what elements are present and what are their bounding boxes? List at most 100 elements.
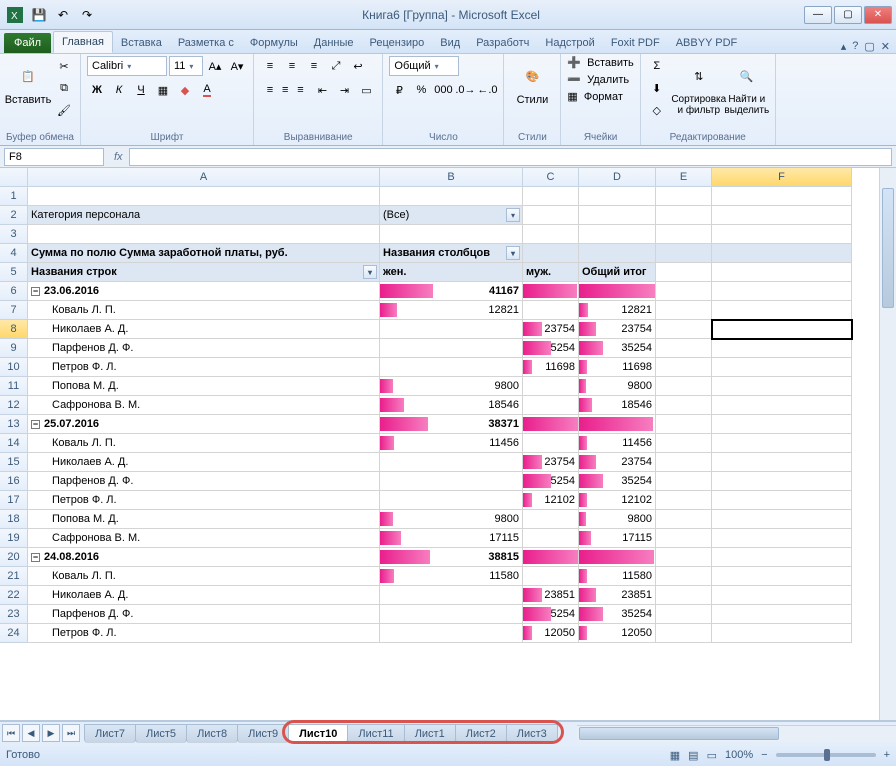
sheet-tab-Лист7[interactable]: Лист7 [84, 724, 136, 743]
active-cell[interactable] [712, 320, 852, 339]
percent-icon[interactable]: % [411, 80, 431, 100]
collapse-icon[interactable]: − [31, 553, 40, 562]
zoom-thumb[interactable] [824, 749, 830, 761]
sheet-tab-Лист5[interactable]: Лист5 [135, 724, 187, 743]
horizontal-scrollbar[interactable] [577, 725, 896, 742]
fill-color-icon[interactable]: ◆ [175, 80, 195, 100]
format-label[interactable]: Формат [584, 91, 623, 103]
next-sheet-icon[interactable]: ▶ [42, 724, 60, 742]
number-format-combo[interactable]: Общий▾ [389, 56, 459, 76]
row-header-20[interactable]: 20 [0, 548, 28, 567]
indent-inc-icon[interactable]: ⇥ [334, 80, 354, 100]
row-dropdown-icon[interactable]: ▾ [363, 265, 377, 279]
insert-cells-icon[interactable]: ➕ [567, 56, 581, 69]
sheet-tab-Лист10[interactable]: Лист10 [288, 724, 348, 743]
spreadsheet-grid[interactable]: ABCDEF12Категория персонала(Все)▾34Сумма… [0, 168, 896, 643]
row-header-21[interactable]: 21 [0, 567, 28, 586]
cut-icon[interactable]: ✂ [54, 56, 74, 76]
row-label[interactable]: −24.08.2016 [28, 548, 380, 567]
align-bottom-icon[interactable]: ≡ [304, 56, 324, 76]
zoom-out-icon[interactable]: − [761, 749, 767, 761]
orientation-icon[interactable]: ⤢ [326, 56, 346, 76]
italic-button[interactable]: К [109, 80, 129, 100]
col-header-C[interactable]: C [523, 168, 579, 187]
row-label[interactable]: Попова М. Д. [28, 377, 380, 396]
align-center-icon[interactable]: ≡ [282, 84, 288, 96]
prev-sheet-icon[interactable]: ◀ [22, 724, 40, 742]
underline-button[interactable]: Ч [131, 80, 151, 100]
row-header-4[interactable]: 4 [0, 244, 28, 263]
sheet-tab-Лист8[interactable]: Лист8 [186, 724, 238, 743]
row-label[interactable]: Николаев А. Д. [28, 586, 380, 605]
row-header-23[interactable]: 23 [0, 605, 28, 624]
row-header-15[interactable]: 15 [0, 453, 28, 472]
copy-icon[interactable]: ⧉ [54, 78, 74, 98]
ribbon-tab-5[interactable]: Рецензиро [362, 33, 433, 53]
merge-icon[interactable]: ▭ [356, 80, 376, 100]
collapse-icon[interactable]: − [31, 287, 40, 296]
styles-button[interactable]: 🎨Стили [510, 56, 554, 106]
zoom-in-icon[interactable]: + [884, 749, 890, 761]
indent-dec-icon[interactable]: ⇤ [312, 80, 332, 100]
font-size-combo[interactable]: 11▾ [169, 56, 203, 76]
row-label[interactable]: Парфенов Д. Ф. [28, 472, 380, 491]
sheet-tab-Лист9[interactable]: Лист9 [237, 724, 289, 743]
last-sheet-icon[interactable]: ⏭ [62, 724, 80, 742]
ribbon-tab-6[interactable]: Вид [432, 33, 468, 53]
row-label[interactable]: Петров Ф. Л. [28, 358, 380, 377]
find-select-button[interactable]: 🔍Найти и выделить [725, 56, 769, 116]
ribbon-tab-1[interactable]: Вставка [113, 33, 170, 53]
col-header-D[interactable]: D [579, 168, 656, 187]
row-header-9[interactable]: 9 [0, 339, 28, 358]
border-icon[interactable]: ▦ [153, 80, 173, 100]
font-name-combo[interactable]: Calibri▾ [87, 56, 167, 76]
ribbon-tab-3[interactable]: Формулы [242, 33, 306, 53]
sort-filter-button[interactable]: ⇅Сортировка и фильтр [677, 56, 721, 116]
grow-font-icon[interactable]: A▴ [205, 56, 225, 76]
col-header-F[interactable]: F [712, 168, 852, 187]
v-scroll-thumb[interactable] [882, 188, 894, 308]
align-left-icon[interactable]: ≡ [260, 80, 280, 100]
row-header-12[interactable]: 12 [0, 396, 28, 415]
save-icon[interactable]: 💾 [28, 4, 50, 26]
row-header-17[interactable]: 17 [0, 491, 28, 510]
dec-decimal-icon[interactable]: ←.0 [477, 80, 497, 100]
row-header-3[interactable]: 3 [0, 225, 28, 244]
row-label[interactable]: −25.07.2016 [28, 415, 380, 434]
paste-button[interactable]: 📋 Вставить [6, 56, 50, 106]
delete-cells-icon[interactable]: ➖ [567, 73, 581, 86]
row-label[interactable]: Сафронова В. М. [28, 529, 380, 548]
sheet-tab-Лист11[interactable]: Лист11 [347, 724, 404, 743]
row-header-22[interactable]: 22 [0, 586, 28, 605]
ribbon-tab-7[interactable]: Разработч [468, 33, 537, 53]
fx-icon[interactable]: fx [108, 151, 129, 163]
view-layout-icon[interactable]: ▤ [688, 749, 698, 762]
row-header-14[interactable]: 14 [0, 434, 28, 453]
currency-icon[interactable]: ₽ [389, 80, 409, 100]
h-scroll-thumb[interactable] [579, 727, 779, 740]
row-label[interactable]: Парфенов Д. Ф. [28, 605, 380, 624]
row-label[interactable]: −23.06.2016 [28, 282, 380, 301]
row-label[interactable]: Попова М. Д. [28, 510, 380, 529]
col-header-B[interactable]: B [380, 168, 523, 187]
minimize-button[interactable]: — [804, 6, 832, 24]
row-header-24[interactable]: 24 [0, 624, 28, 643]
zoom-slider[interactable] [776, 753, 876, 757]
row-header-5[interactable]: 5 [0, 263, 28, 282]
column-dropdown-icon[interactable]: ▾ [506, 246, 520, 260]
row-header-8[interactable]: 8 [0, 320, 28, 339]
row-label[interactable]: Коваль Л. П. [28, 567, 380, 586]
col-header-E[interactable]: E [656, 168, 712, 187]
row-header-16[interactable]: 16 [0, 472, 28, 491]
first-sheet-icon[interactable]: ⏮ [2, 724, 20, 742]
restore-window-icon[interactable]: ▢ [864, 40, 874, 53]
align-top-icon[interactable]: ≡ [260, 56, 280, 76]
inc-decimal-icon[interactable]: .0→ [455, 80, 475, 100]
name-box[interactable]: F8 [4, 148, 104, 166]
file-tab[interactable]: Файл [4, 33, 51, 53]
ribbon-tab-10[interactable]: ABBYY PDF [668, 33, 746, 53]
col-header-A[interactable]: A [28, 168, 380, 187]
row-header-19[interactable]: 19 [0, 529, 28, 548]
help-icon[interactable]: ? [852, 40, 858, 53]
formula-input[interactable] [129, 148, 892, 166]
